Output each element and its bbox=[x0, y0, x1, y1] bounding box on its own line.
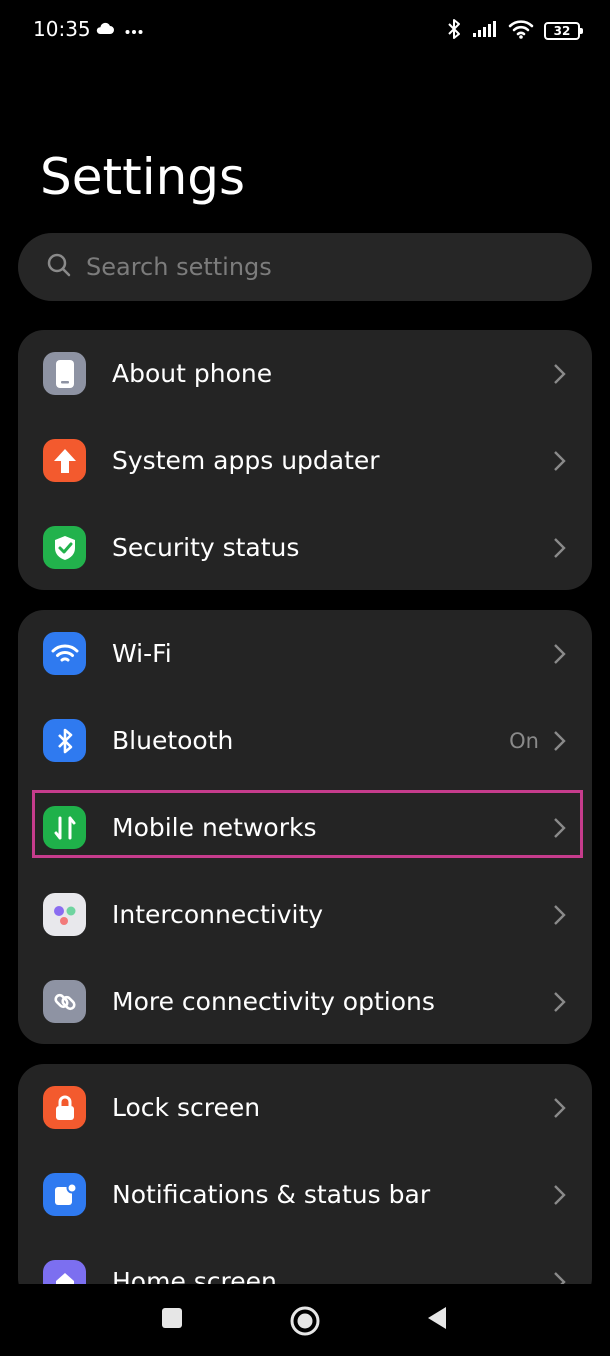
status-left-icons bbox=[95, 20, 143, 39]
recents-button[interactable] bbox=[158, 1304, 186, 1332]
settings-item-label: Wi-Fi bbox=[112, 639, 172, 668]
chevron-right-icon bbox=[554, 537, 566, 558]
home-button[interactable] bbox=[288, 1304, 322, 1338]
status-time: 10:35 bbox=[33, 17, 91, 41]
bluetooth-status-value: On bbox=[509, 728, 539, 753]
settings-group-device: About phone System apps updater Security… bbox=[18, 330, 592, 590]
link-icon bbox=[43, 980, 86, 1023]
settings-item-more-connectivity-options[interactable]: More connectivity options bbox=[18, 958, 592, 1044]
chevron-right-icon bbox=[554, 817, 566, 838]
home-circle-icon bbox=[290, 1306, 320, 1336]
bluetooth-icon bbox=[43, 719, 86, 762]
settings-item-mobile-networks[interactable]: Mobile networks bbox=[18, 784, 592, 871]
settings-item-label: Notifications & status bar bbox=[112, 1180, 431, 1209]
signal-icon bbox=[472, 20, 498, 42]
settings-group-connectivity: Wi-Fi Bluetooth On Mobile networks Inter… bbox=[18, 610, 592, 1044]
wifi-icon bbox=[508, 19, 534, 43]
chevron-right-icon bbox=[554, 643, 566, 664]
wifi-icon bbox=[43, 632, 86, 675]
chevron-right-icon bbox=[554, 363, 566, 384]
settings-item-label: Bluetooth bbox=[112, 726, 234, 755]
arrow-up-icon bbox=[43, 439, 86, 482]
settings-item-bluetooth[interactable]: Bluetooth On bbox=[18, 697, 592, 784]
settings-item-about-phone[interactable]: About phone bbox=[18, 330, 592, 417]
chevron-right-icon bbox=[554, 1184, 566, 1205]
shield-icon bbox=[43, 526, 86, 569]
status-right-icons: 32 bbox=[446, 18, 583, 44]
chevron-right-icon bbox=[554, 904, 566, 925]
settings-item-notifications-status-bar[interactable]: Notifications & status bar bbox=[18, 1151, 592, 1238]
chevron-right-icon bbox=[554, 450, 566, 471]
status-bar: 10:35 32 bbox=[0, 0, 610, 60]
interconnectivity-icon bbox=[43, 893, 86, 936]
navigation-bar bbox=[0, 1284, 610, 1356]
settings-item-label: Mobile networks bbox=[112, 813, 317, 842]
notification-icon bbox=[43, 1173, 86, 1216]
back-icon bbox=[428, 1307, 446, 1329]
search-input[interactable] bbox=[86, 253, 546, 281]
recents-icon bbox=[162, 1308, 182, 1328]
phone-icon bbox=[43, 352, 86, 395]
settings-item-label: Lock screen bbox=[112, 1093, 261, 1122]
chevron-right-icon bbox=[554, 730, 566, 751]
settings-item-interconnectivity[interactable]: Interconnectivity bbox=[18, 871, 592, 958]
mobile-data-icon bbox=[43, 806, 86, 849]
settings-item-system-apps-updater[interactable]: System apps updater bbox=[18, 417, 592, 504]
search-icon bbox=[46, 252, 72, 282]
back-button[interactable] bbox=[424, 1304, 450, 1332]
cloud-icon bbox=[95, 20, 115, 39]
more-dots-icon bbox=[125, 20, 143, 39]
settings-item-label: More connectivity options bbox=[112, 987, 435, 1016]
settings-item-security-status[interactable]: Security status bbox=[18, 504, 592, 590]
battery-icon: 32 bbox=[544, 22, 583, 40]
settings-item-wifi[interactable]: Wi-Fi bbox=[18, 610, 592, 697]
bluetooth-icon bbox=[446, 18, 462, 44]
search-bar[interactable] bbox=[18, 233, 592, 301]
settings-group-personalization: Lock screen Notifications & status bar H… bbox=[18, 1064, 592, 1304]
page-title: Settings bbox=[40, 148, 246, 206]
settings-item-lock-screen[interactable]: Lock screen bbox=[18, 1064, 592, 1151]
chevron-right-icon bbox=[554, 991, 566, 1012]
settings-item-label: About phone bbox=[112, 359, 273, 388]
settings-item-label: Interconnectivity bbox=[112, 900, 324, 929]
chevron-right-icon bbox=[554, 1097, 566, 1118]
settings-item-label: Security status bbox=[112, 533, 300, 562]
lock-icon bbox=[43, 1086, 86, 1129]
settings-item-label: System apps updater bbox=[112, 446, 380, 475]
